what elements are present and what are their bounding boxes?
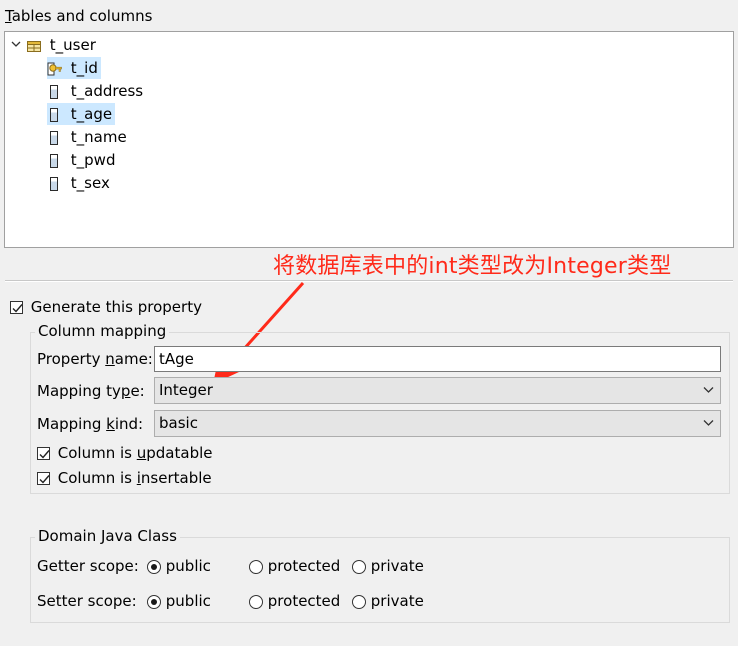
mapping-type-select[interactable]: Integer bbox=[154, 377, 721, 404]
column-name: t_age bbox=[70, 105, 113, 123]
radio-button[interactable] bbox=[147, 559, 161, 574]
table-icon bbox=[27, 41, 41, 52]
key-icon bbox=[47, 62, 62, 75]
radio-button[interactable] bbox=[352, 594, 366, 609]
mapping-kind-select[interactable]: basic bbox=[154, 410, 721, 437]
setter-private-radio[interactable]: private bbox=[352, 592, 424, 610]
chevron-down-icon bbox=[703, 420, 714, 426]
tree-item-column[interactable]: t_id bbox=[47, 57, 101, 79]
column-updatable-checkbox[interactable]: Column is updatable bbox=[37, 444, 213, 462]
column-icon bbox=[50, 176, 58, 191]
tree-item-column[interactable]: t_sex bbox=[47, 172, 113, 194]
tables-columns-tree[interactable]: t_user t_id t_address t_age t_name t_pwd… bbox=[4, 31, 734, 248]
tree-item-column[interactable]: t_pwd bbox=[47, 149, 118, 171]
column-icon bbox=[50, 84, 58, 99]
setter-public-radio[interactable]: public bbox=[147, 592, 211, 610]
column-icon bbox=[50, 153, 58, 168]
radio-button[interactable] bbox=[249, 559, 263, 574]
checkbox[interactable] bbox=[10, 301, 23, 314]
mapping-type-label: Mapping type: bbox=[37, 382, 145, 400]
tree-item-table[interactable]: t_user bbox=[27, 34, 99, 56]
mapping-kind-label: Mapping kind: bbox=[37, 415, 144, 433]
tree-item-column[interactable]: t_address bbox=[47, 80, 146, 102]
chevron-down-icon[interactable] bbox=[11, 39, 21, 49]
tables-and-columns-label: Tables and columns bbox=[5, 7, 153, 25]
checkbox[interactable] bbox=[37, 447, 50, 460]
getter-public-radio[interactable]: public bbox=[147, 557, 211, 575]
column-name: t_address bbox=[70, 82, 144, 100]
checkbox[interactable] bbox=[37, 472, 50, 485]
column-name: t_pwd bbox=[70, 151, 116, 169]
generate-property-label: Generate this property bbox=[30, 298, 202, 316]
setter-scope-label: Setter scope: bbox=[37, 592, 137, 610]
column-name: t_id bbox=[70, 59, 98, 77]
annotation-text: 将数据库表中的int类型改为Integer类型 bbox=[273, 254, 672, 279]
getter-scope-label: Getter scope: bbox=[37, 557, 139, 575]
column-updatable-label: Column is updatable bbox=[57, 444, 213, 462]
mapping-type-value: Integer bbox=[159, 381, 213, 399]
getter-private-radio[interactable]: private bbox=[352, 557, 424, 575]
chevron-down-icon bbox=[703, 387, 714, 393]
column-icon bbox=[50, 107, 58, 122]
column-mapping-title: Column mapping bbox=[35, 322, 170, 340]
column-icon bbox=[50, 130, 58, 145]
mapping-kind-value: basic bbox=[159, 414, 198, 432]
table-name: t_user bbox=[49, 36, 96, 54]
column-name: t_name bbox=[70, 128, 127, 146]
column-insertable-label: Column is insertable bbox=[57, 469, 212, 487]
property-name-label: Property name: bbox=[37, 350, 153, 368]
tree-item-column[interactable]: t_age bbox=[47, 103, 116, 125]
column-insertable-checkbox[interactable]: Column is insertable bbox=[37, 469, 212, 487]
tree-item-column[interactable]: t_name bbox=[47, 126, 130, 148]
property-name-input[interactable]: tAge bbox=[154, 346, 721, 372]
domain-java-class-group bbox=[30, 537, 730, 623]
radio-button[interactable] bbox=[147, 594, 161, 609]
domain-java-class-title: Domain Java Class bbox=[35, 527, 180, 545]
radio-button[interactable] bbox=[249, 594, 263, 609]
generate-property-checkbox[interactable]: Generate this property bbox=[10, 298, 202, 316]
setter-protected-radio[interactable]: protected bbox=[249, 592, 340, 610]
separator bbox=[5, 280, 733, 282]
column-name: t_sex bbox=[70, 174, 110, 192]
radio-button[interactable] bbox=[352, 559, 366, 574]
getter-protected-radio[interactable]: protected bbox=[249, 557, 340, 575]
